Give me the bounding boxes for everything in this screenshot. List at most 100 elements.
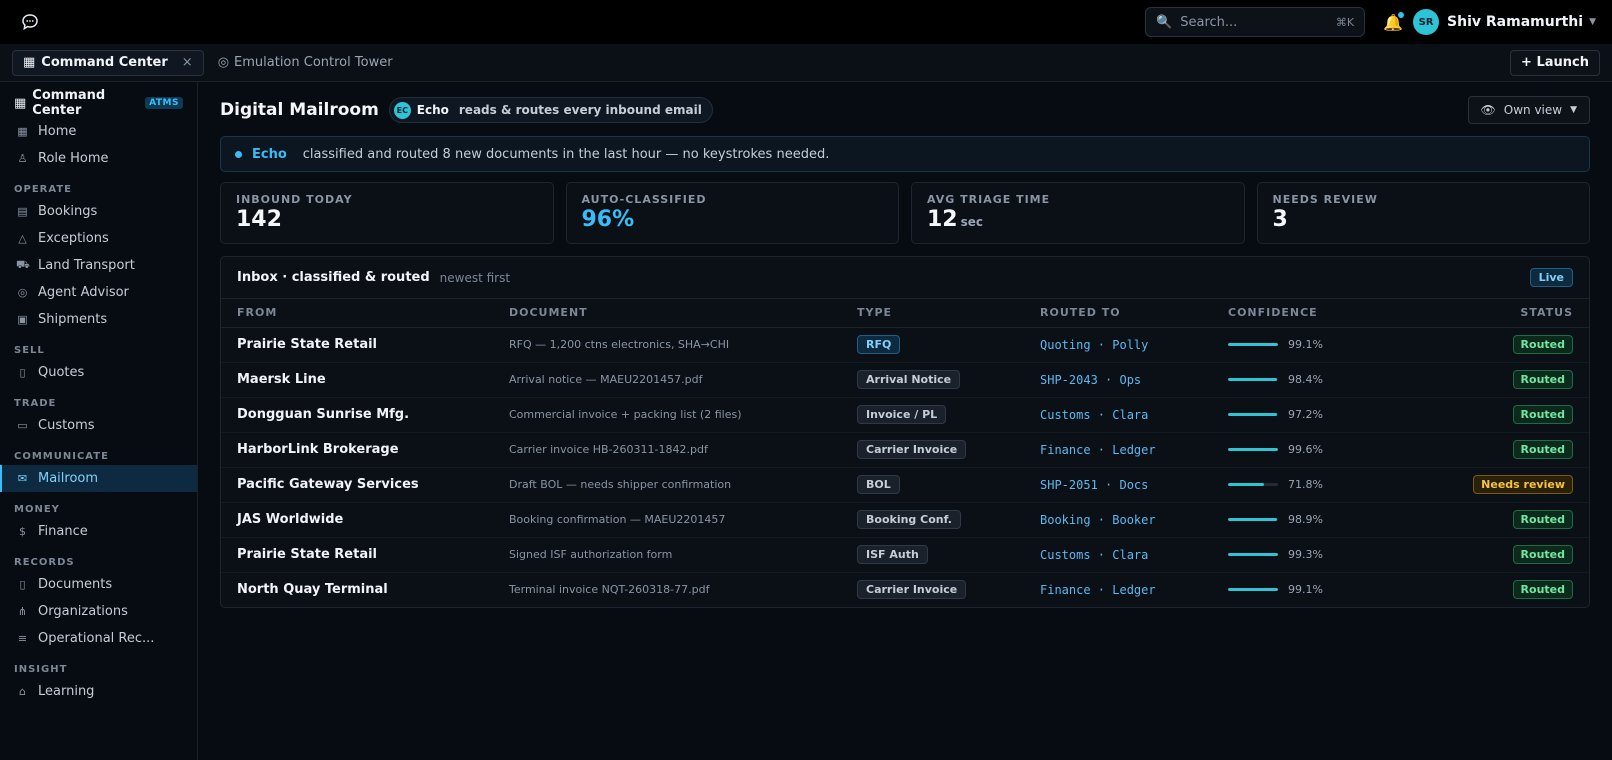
sidebar-item-customs[interactable]: ▭ Customs	[0, 412, 197, 439]
row-routed-to[interactable]: Finance · Ledger	[1024, 432, 1212, 468]
row-routed-to[interactable]: Quoting · Polly	[1024, 327, 1212, 363]
confidence-bar	[1228, 413, 1278, 416]
row-from: Maersk Line	[221, 362, 493, 398]
close-icon[interactable]: ×	[182, 55, 193, 70]
column-header-from[interactable]: FROM	[221, 299, 493, 328]
stat-avg-triage-time: AVG TRIAGE TIME 12 sec	[911, 182, 1245, 244]
stat-value: 142	[236, 207, 282, 232]
sidebar-item-organizations[interactable]: ⋔ Organizations	[0, 598, 197, 625]
sidebar-badge: ATMS	[145, 97, 183, 109]
sidebar-item-documents[interactable]: ▯ Documents	[0, 571, 197, 598]
sidebar-item-label: Exceptions	[38, 231, 109, 246]
row-status: Routed	[1362, 572, 1589, 607]
confidence-value: 97.2%	[1288, 408, 1323, 421]
sidebar-item-quotes[interactable]: ▯ Quotes	[0, 359, 197, 386]
row-type: RFQ	[841, 327, 1024, 363]
launch-button[interactable]: + Launch	[1510, 49, 1600, 76]
sidebar-item-home[interactable]: ▦ Home	[0, 118, 197, 145]
table-row[interactable]: North Quay Terminal Terminal invoice NQT-…	[221, 572, 1589, 607]
search-shortcut: ⌘K	[1335, 15, 1355, 29]
column-header-type[interactable]: TYPE	[841, 299, 1024, 328]
column-header-routed-to[interactable]: ROUTED TO	[1024, 299, 1212, 328]
search-input[interactable]: 🔍 Search... ⌘K	[1145, 7, 1366, 37]
sidebar-item-finance[interactable]: $ Finance	[0, 518, 197, 545]
table-row[interactable]: Dongguan Sunrise Mfg. Commercial invoice …	[221, 397, 1589, 433]
confidence-value: 71.8%	[1288, 478, 1323, 491]
type-tag: ISF Auth	[857, 545, 928, 564]
row-routed-to[interactable]: Finance · Ledger	[1024, 572, 1212, 607]
sidebar-section-communicate: COMMUNICATE	[14, 451, 109, 462]
stat-auto-classified: AUTO-CLASSIFIED 96%	[565, 182, 899, 244]
sidebar-header: ▦ Command Center ATMS	[0, 88, 197, 118]
row-routed-to[interactable]: SHP-2051 · Docs	[1024, 467, 1212, 503]
dollar-icon: $	[19, 525, 26, 538]
row-from: Dongguan Sunrise Mfg.	[221, 397, 493, 433]
sidebar-item-mailroom[interactable]: ✉ Mailroom	[0, 465, 197, 492]
sidebar-item-shipments[interactable]: ▣ Shipments	[0, 306, 197, 333]
sidebar-item-label: Role Home	[38, 151, 109, 166]
status-badge: Routed	[1512, 510, 1573, 529]
sidebar-item-label: Quotes	[38, 365, 85, 380]
confidence-value: 99.1%	[1288, 583, 1323, 597]
row-routed-to[interactable]: Booking · Booker	[1024, 502, 1212, 538]
column-header-status[interactable]: STATUS	[1362, 299, 1589, 328]
sidebar-item-label: Learning	[38, 684, 95, 699]
search-icon: 🔍	[1156, 14, 1173, 30]
table-row[interactable]: Prairie State Retail Signed ISF authoriza…	[221, 537, 1589, 573]
table-row[interactable]: Pacific Gateway Services Draft BOL — need…	[221, 467, 1589, 503]
user-name[interactable]: Shiv Ramamurthi	[1447, 14, 1583, 30]
bell-icon[interactable]: 🔔	[1379, 8, 1407, 36]
row-type: Carrier Invoice	[841, 432, 1024, 468]
chat-bubble-icon[interactable]	[20, 12, 40, 32]
sidebar-item-learning[interactable]: ⌂ Learning	[0, 678, 197, 705]
sidebar-item-exceptions[interactable]: △ Exceptions	[0, 225, 197, 252]
table-row[interactable]: JAS Worldwide Booking confirmation — MAEU…	[221, 502, 1589, 538]
sidebar-section-trade: TRADE	[14, 398, 57, 409]
column-header-document[interactable]: DOCUMENT	[493, 299, 841, 328]
stat-label: NEEDS REVIEW	[1272, 193, 1378, 206]
sidebar-item-label: Home	[38, 124, 77, 139]
row-confidence: 98.9%	[1212, 502, 1362, 538]
status-dot	[235, 150, 242, 158]
confidence-bar	[1228, 518, 1278, 521]
tab-label: Emulation Control Tower	[234, 55, 393, 70]
sidebar-item-land-transport[interactable]: ⛟ Land Transport	[0, 252, 197, 279]
row-document: Terminal invoice NQT-260318-77.pdf	[509, 583, 710, 597]
grid-icon: ▦	[23, 55, 36, 70]
confidence-value: 98.9%	[1288, 513, 1323, 526]
inbox-table: FROM DOCUMENT TYPE ROUTED TO CONFIDENCE …	[221, 299, 1589, 607]
confidence-bar-fill	[1228, 553, 1278, 556]
tab-emulation-control-tower[interactable]: ◎ Emulation Control Tower	[218, 55, 393, 70]
graduation-cap-icon: ⌂	[19, 685, 26, 698]
row-routed-to[interactable]: Customs · Clara	[1024, 397, 1212, 433]
warning-icon: △	[18, 232, 27, 245]
sidebar-section-insight: INSIGHT	[14, 664, 68, 675]
sidebar-item-agent-advisor[interactable]: ◎ Agent Advisor	[0, 279, 197, 306]
tab-command-center[interactable]: ▦ Command Center ×	[12, 49, 204, 76]
view-selector[interactable]: 👁 Own view ▼	[1467, 96, 1590, 124]
tab-label: Command Center	[41, 55, 168, 70]
search-placeholder: Search...	[1180, 14, 1238, 30]
table-row[interactable]: Maersk Line Arrival notice — MAEU2201457.…	[221, 362, 1589, 398]
avatar[interactable]: SR	[1413, 9, 1440, 35]
grid-icon: ▦	[17, 125, 28, 138]
sidebar-item-operational-rec[interactable]: ≡ Operational Rec...	[0, 625, 197, 652]
row-status: Routed	[1362, 432, 1589, 468]
type-tag: Carrier Invoice	[857, 440, 967, 459]
table-row[interactable]: Prairie State Retail RFQ — 1,200 ctns ele…	[221, 327, 1589, 363]
sidebar-item-role-home[interactable]: ♙ Role Home	[0, 145, 197, 172]
row-routed-to[interactable]: Customs · Clara	[1024, 537, 1212, 573]
row-status: Routed	[1362, 362, 1589, 398]
column-header-confidence[interactable]: CONFIDENCE	[1212, 299, 1362, 328]
row-from: Prairie State Retail	[221, 537, 493, 573]
row-routed-to[interactable]: SHP-2043 · Ops	[1024, 362, 1212, 398]
chevron-down-icon[interactable]: ▼	[1589, 17, 1596, 27]
table-row[interactable]: HarborLink Brokerage Carrier invoice HB-2…	[221, 432, 1589, 468]
sidebar-item-bookings[interactable]: ▤ Bookings	[0, 198, 197, 225]
grid-icon: ▦	[14, 95, 27, 111]
row-type: Arrival Notice	[841, 362, 1024, 398]
status-badge: Routed	[1512, 440, 1573, 459]
person-icon: ♙	[17, 152, 28, 165]
row-confidence: 99.1%	[1212, 327, 1362, 363]
status-badge: Routed	[1512, 545, 1573, 564]
